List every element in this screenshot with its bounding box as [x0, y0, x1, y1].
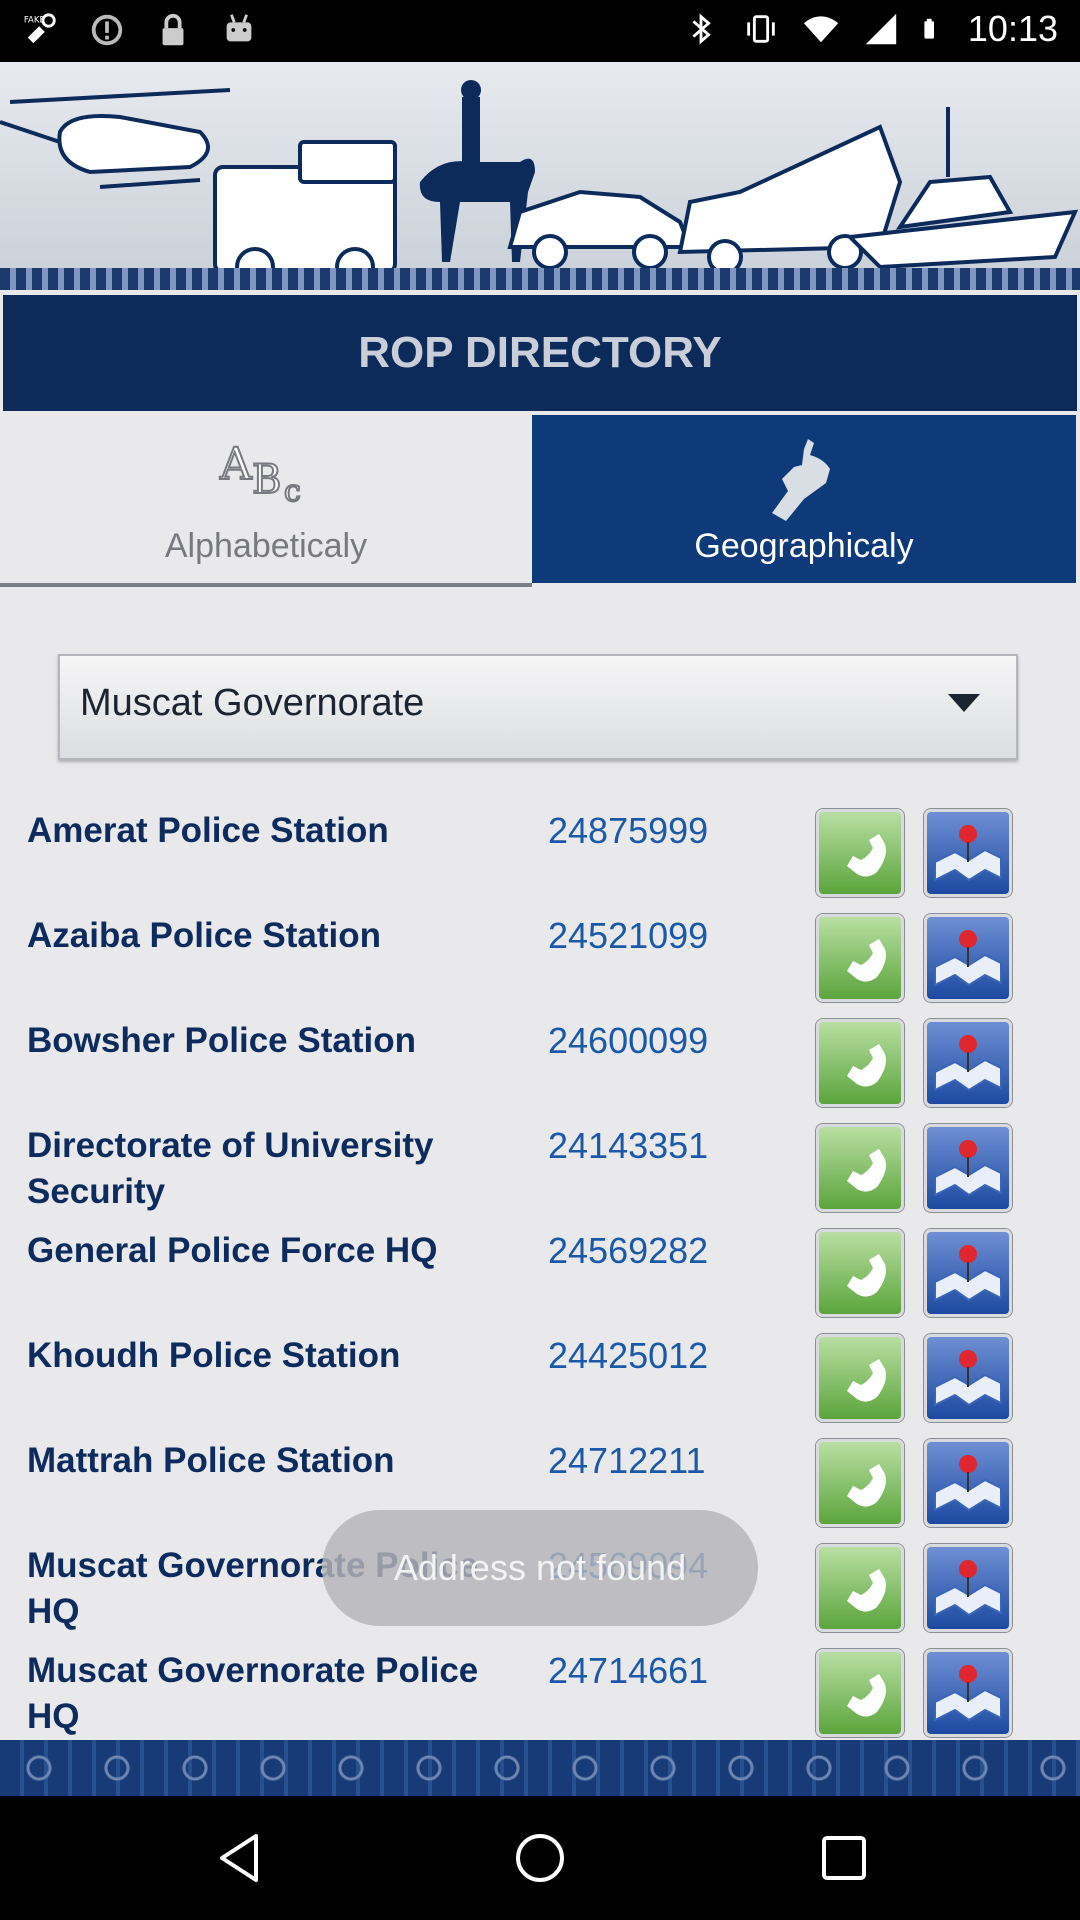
navigation-bar: [0, 1796, 1080, 1920]
call-button[interactable]: [816, 1229, 904, 1317]
governorate-select-value: Muscat Governorate: [80, 682, 425, 724]
decorative-footer: [0, 1740, 1080, 1796]
map-button[interactable]: [924, 1544, 1012, 1632]
call-button[interactable]: [816, 1334, 904, 1422]
android-icon: [226, 14, 252, 42]
call-button[interactable]: [816, 1439, 904, 1527]
svg-text:A: A: [219, 439, 253, 490]
phone-icon: [847, 1674, 886, 1717]
station-name: Amerat Police Station: [27, 811, 389, 850]
abc-icon: A B c: [218, 438, 302, 505]
chevron-down-icon: [948, 694, 980, 712]
station-name: Khoudh Police Station: [27, 1336, 401, 1375]
phone-icon: [847, 1044, 886, 1087]
station-phone: 24521099: [548, 915, 709, 956]
list-item: Khoudh Police Station 24425012: [0, 1325, 1080, 1430]
wifi-icon: [803, 16, 839, 43]
station-name: General Police Force HQ: [27, 1231, 438, 1270]
station-name: Bowsher Police Station: [27, 1021, 416, 1060]
phone-icon: [847, 1569, 886, 1612]
phone-icon: [847, 1464, 886, 1507]
tab-geographically[interactable]: Geographicaly: [532, 415, 1076, 583]
tab-alphabetically[interactable]: A B c Alphabeticaly: [0, 415, 532, 587]
battery-icon: [924, 18, 934, 39]
oman-map-icon: [772, 439, 830, 521]
map-pin-icon: [934, 1350, 1002, 1407]
map-pin-icon: [934, 1245, 1002, 1302]
station-name: Azaiba Police Station: [27, 916, 381, 955]
map-button[interactable]: [924, 1019, 1012, 1107]
map-pin-icon: [934, 930, 1002, 987]
svg-text:c: c: [284, 474, 301, 505]
tab-bar: A B c Alphabeticaly Geographicaly: [0, 415, 1080, 587]
bluetooth-icon: [692, 13, 711, 45]
list-item: Directorate of University Security 24143…: [0, 1115, 1080, 1220]
station-phone: 24143351: [548, 1125, 709, 1166]
tab-alphabetically-label: Alphabeticaly: [164, 527, 368, 565]
call-button[interactable]: [816, 1124, 904, 1212]
list-item: Muscat Governorate Police HQ 24714661: [0, 1640, 1080, 1745]
station-phone: 24569282: [548, 1230, 709, 1271]
map-pin-icon: [934, 1665, 1002, 1722]
page-title: ROP DIRECTORY: [3, 295, 1077, 411]
fake-gps-icon: FAKE: [24, 13, 56, 44]
call-button[interactable]: [816, 1544, 904, 1632]
map-pin-icon: [934, 1560, 1002, 1617]
map-pin-icon: [934, 825, 1002, 882]
recents-icon[interactable]: [814, 1828, 874, 1888]
status-bar: FAKE 10:13: [0, 0, 1080, 62]
station-name: Muscat Governorate Police HQ: [27, 1651, 479, 1736]
map-button[interactable]: [924, 1439, 1012, 1527]
clock: 10:13: [967, 8, 1058, 49]
map-button[interactable]: [924, 809, 1012, 897]
map-pin-icon: [934, 1035, 1002, 1092]
map-pin-icon: [934, 1140, 1002, 1197]
header-banner: [0, 62, 1080, 290]
call-button[interactable]: [816, 1649, 904, 1737]
phone-icon: [847, 1149, 886, 1192]
call-button[interactable]: [816, 809, 904, 897]
list-item: Azaiba Police Station 24521099: [0, 905, 1080, 1010]
circle-alert-icon: [91, 14, 123, 46]
station-phone: 24875999: [548, 810, 709, 851]
list-item: Amerat Police Station 24875999: [0, 800, 1080, 905]
list-item: Bowsher Police Station 24600099: [0, 1010, 1080, 1115]
lock-icon: [162, 13, 184, 46]
map-button[interactable]: [924, 1229, 1012, 1317]
home-icon[interactable]: [510, 1828, 570, 1888]
call-button[interactable]: [816, 914, 904, 1002]
phone-icon: [847, 1359, 886, 1402]
svg-text:FAKE: FAKE: [24, 15, 45, 25]
vehicles-illustration: [0, 62, 1080, 290]
list-item: General Police Force HQ 24569282: [0, 1220, 1080, 1325]
station-name: Mattrah Police Station: [27, 1441, 395, 1480]
station-name: Directorate of University Security: [27, 1126, 434, 1211]
decorative-strip: [0, 268, 1080, 290]
map-pin-icon: [934, 1455, 1002, 1512]
back-icon[interactable]: [210, 1828, 270, 1888]
signal-icon: [865, 13, 897, 45]
map-button[interactable]: [924, 1124, 1012, 1212]
map-button[interactable]: [924, 1649, 1012, 1737]
svg-text:B: B: [252, 457, 281, 503]
station-phone: 24600099: [548, 1020, 709, 1061]
tab-geographically-label: Geographicaly: [694, 527, 914, 565]
phone-icon: [847, 939, 886, 982]
phone-icon: [847, 1254, 886, 1297]
phone-icon: [847, 834, 886, 877]
station-phone: 24714661: [548, 1650, 709, 1691]
station-phone: 24712211: [548, 1440, 706, 1481]
toast-message: Address not found: [322, 1510, 758, 1626]
governorate-select[interactable]: Muscat Governorate: [58, 654, 1018, 760]
station-phone: 24425012: [548, 1335, 709, 1376]
map-button[interactable]: [924, 914, 1012, 1002]
vibrate-icon: [747, 15, 775, 43]
map-button[interactable]: [924, 1334, 1012, 1422]
call-button[interactable]: [816, 1019, 904, 1107]
